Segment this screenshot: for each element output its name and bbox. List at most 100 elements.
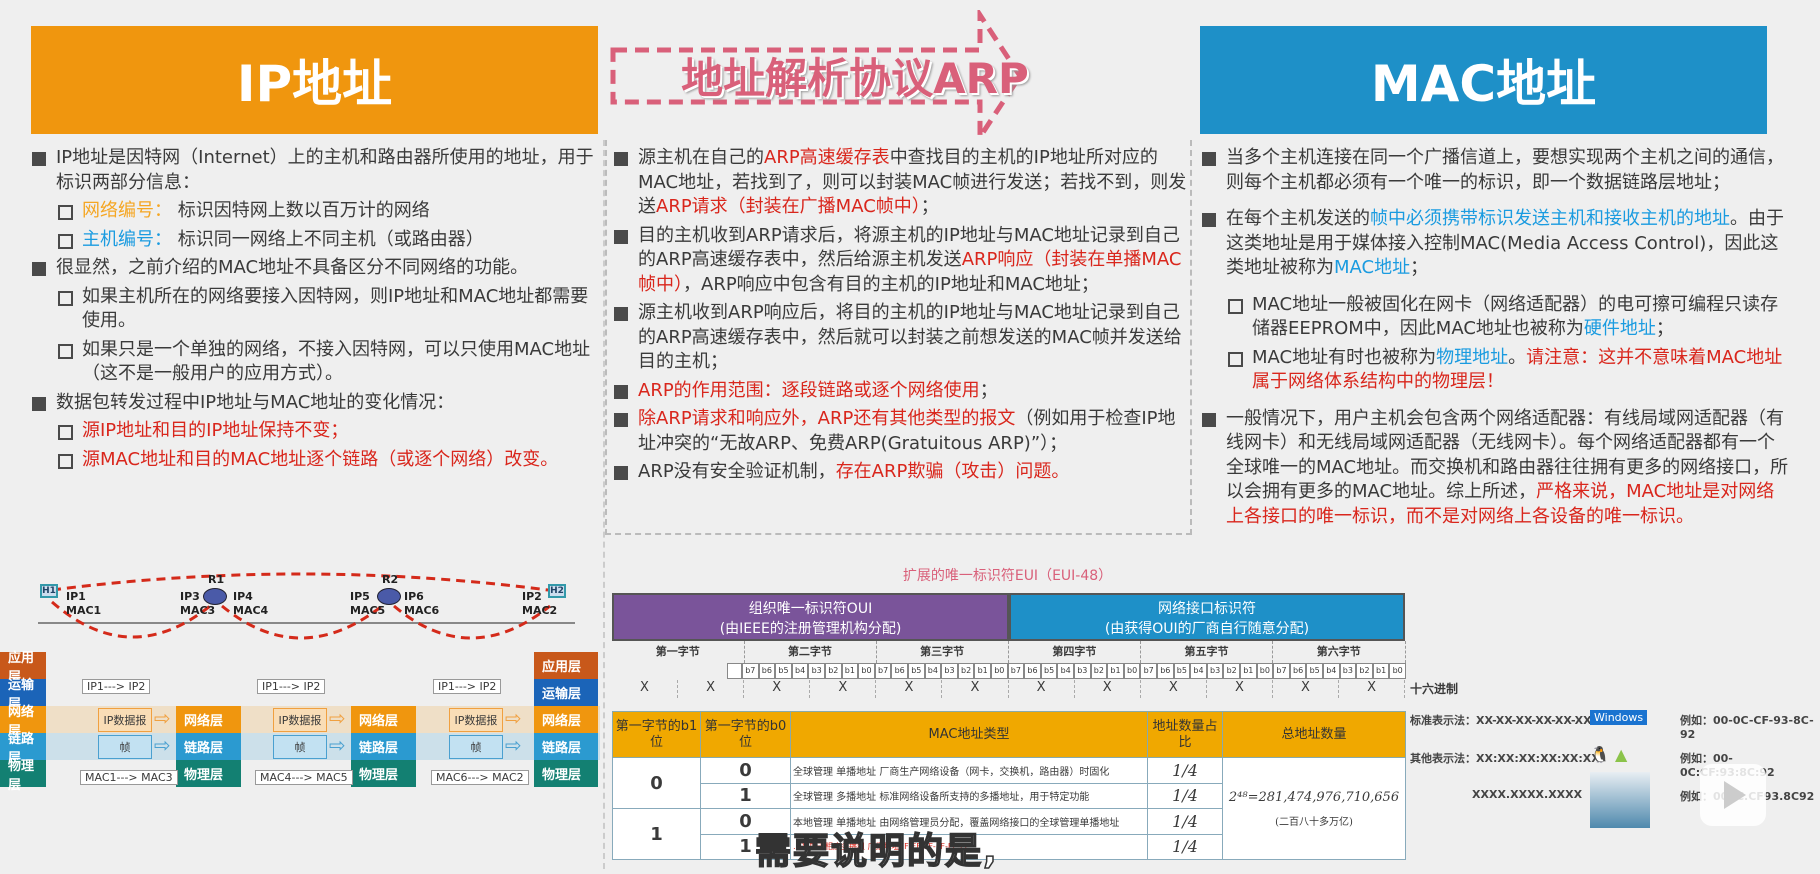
bit-cell: b6 <box>1289 663 1307 679</box>
bullet-item: 网络编号： 标识因特网上数以百万计的网络 <box>56 199 605 224</box>
ip-header-title: IP地址 <box>236 55 393 113</box>
layer-1: 运输层 <box>534 679 598 706</box>
hex-digit: X <box>810 680 877 698</box>
text-segment: 帧中必须携带标识发送主机和接收主机的地址 <box>1370 208 1730 229</box>
hex-label: 十六进制 <box>1410 682 1459 696</box>
bit-cell: b7 <box>1007 663 1025 679</box>
table-row: 0 0 全球管理 单播地址 厂商生产网络设备（网卡，交换机，路由器）时固化 1/… <box>612 757 1406 860</box>
square-bullet-icon <box>614 229 628 244</box>
checkbox-bullet-icon <box>1228 298 1243 314</box>
bullet-item: 主机编号： 标识同一网络上不同主机（或路由器） <box>56 228 605 253</box>
bit-cell: b2 <box>825 663 842 679</box>
ratio-cell: 1/4 <box>1147 808 1223 835</box>
cisco-thumbnail <box>1590 772 1650 828</box>
layer-3: 链路层 <box>351 733 416 760</box>
bit-cell: b5 <box>1040 663 1058 679</box>
linux-icon: 🐧 <box>1590 745 1610 764</box>
bit-cell: b0 <box>1256 663 1274 679</box>
router-label: R2 <box>382 573 399 586</box>
total-note: (二百八十多万亿) <box>1275 816 1353 828</box>
total-cell: 2⁴⁸=281,474,976,710,656 (二百八十多万亿) <box>1222 757 1406 860</box>
square-bullet-icon <box>614 307 628 321</box>
hex-digit: X <box>1273 680 1339 698</box>
protocol-stack: 网络层 链路层 物理层 <box>351 652 416 787</box>
col-header: 第一字节的b0位 <box>700 711 791 758</box>
mac-label: MAC6 <box>404 604 440 617</box>
addr-label: IP1 MAC1 <box>66 590 101 618</box>
mac-header-title: MAC地址 <box>1370 55 1597 113</box>
arp-notes: 源主机在自己的ARP高速缓存表中查找目的主机的IP地址所对应的MAC地址，若找到… <box>612 146 1190 489</box>
router-label: R1 <box>208 573 225 586</box>
bullet-item: ARP的作用范围：逐段链路或逐个网络使用； <box>612 379 1190 404</box>
other-notation: 其他表示法：XX:XX:XX:XX:XX:XX <box>1410 752 1600 765</box>
mac-flow-label: MAC4---> MAC5 <box>255 770 353 785</box>
bullet-item: 数据包转发过程中IP地址与MAC地址的变化情况： <box>30 391 605 416</box>
checkbox-bullet-icon <box>58 343 73 359</box>
mac-label: MAC5 <box>350 604 386 617</box>
text-segment: ARP没有安全验证机制， <box>638 461 836 482</box>
addr-label: IP5 MAC5 <box>350 590 385 618</box>
type-cell: 全球管理 单播地址 厂商生产网络设备（网卡，交换机，路由器）时固化 <box>790 757 1148 784</box>
text-segment: 。 <box>1508 346 1527 368</box>
square-bullet-icon <box>614 384 628 399</box>
bullet-item: 一般情况下，用户主机会包含两个网络适配器：有线局域网适配器（有线网卡）和无线局域… <box>1200 407 1790 530</box>
bit-cell: b1 <box>1107 663 1124 679</box>
oui-header: 组织唯一标识符OUI (由IEEE的注册管理机构分配) <box>612 593 1009 641</box>
bit-cell: b7 <box>874 663 892 679</box>
b0-cell: 0 <box>700 757 791 784</box>
ip-label: IP5 <box>350 590 370 603</box>
hex-digit: X <box>876 680 943 698</box>
ratio-cell: 1/4 <box>1147 757 1223 784</box>
bit-cell: b0 <box>991 663 1008 679</box>
bit-cell: b0 <box>858 663 875 679</box>
text-segment: 标识因特网上数以百万计的网络 <box>172 200 430 221</box>
col-header: MAC地址类型 <box>790 711 1148 758</box>
mac-address-header: MAC地址 <box>1200 26 1767 134</box>
checkbox-bullet-icon <box>58 233 73 249</box>
nic-note: (由获得OUI的厂商自行随意分配) <box>1104 621 1310 637</box>
bit-cell: b3 <box>1206 663 1224 679</box>
text-segment: MAC地址 <box>1334 257 1411 278</box>
hex-digit: X <box>678 680 745 698</box>
bullet-item: MAC地址有时也被称为物理地址。请注意：这并不意味着MAC地址属于网络体系结构中… <box>1226 346 1790 395</box>
mac-type-table: 第一字节的b1位 第一字节的b0位 MAC地址类型 地址数量占比 总地址数量 0… <box>612 711 1406 860</box>
eui-title: 扩展的唯一标识符EUI（EUI-48） <box>902 568 1113 584</box>
layer-2: 网络层 <box>176 706 241 733</box>
bit-cell: b6 <box>1024 663 1041 679</box>
bit-cell: b6 <box>758 663 776 679</box>
frame-box: 帧 <box>449 735 503 759</box>
play-button[interactable] <box>1700 764 1766 826</box>
mac-flow-label: MAC6---> MAC2 <box>431 770 529 785</box>
layer-4: 物理层 <box>534 760 598 787</box>
col-header: 总地址数量 <box>1222 711 1406 758</box>
mac-flow-label: MAC1---> MAC3 <box>80 770 178 785</box>
bit-cell: b5 <box>1306 663 1323 679</box>
text-segment: 源MAC地址和目的MAC地址逐个链路（或逐个网络）改变。 <box>82 448 559 470</box>
text-segment: 硬件地址 <box>1583 318 1656 339</box>
bit-cell: b1 <box>841 663 859 679</box>
bit-cell: b5 <box>1173 663 1191 679</box>
oui-note: (由IEEE的注册管理机构分配) <box>719 621 902 637</box>
bullet-item: 除ARP请求和响应外，ARP还有其他类型的报文（例如用于检查IP地址冲突的“无故… <box>612 407 1190 456</box>
text-segment: ； <box>1655 318 1674 339</box>
bit-cell: b2 <box>1356 663 1373 679</box>
layer-4: 物理层 <box>176 760 241 787</box>
text-segment: 网络编号： <box>82 200 172 221</box>
square-bullet-icon <box>32 262 46 276</box>
mac-label: MAC4 <box>233 604 269 617</box>
arp-header-title: 地址解析协议ARP <box>681 54 1029 103</box>
windows-logo: Windows <box>1590 710 1648 725</box>
checkbox-bullet-icon <box>58 425 73 440</box>
addr-label: IP4 MAC4 <box>233 590 268 618</box>
arrow-right-icon: ⇨ <box>154 706 171 730</box>
square-bullet-icon <box>1202 213 1216 227</box>
arrow-right-icon: ⇨ <box>505 733 522 757</box>
layer-3: 链路层 <box>176 733 241 760</box>
square-bullet-icon <box>614 466 628 480</box>
ip-flow-label: IP1---> IP2 <box>433 679 502 694</box>
text-segment: ； <box>920 196 939 217</box>
bit-cell: b6 <box>1157 663 1174 679</box>
mac-label: MAC3 <box>180 604 216 617</box>
linux-apple-android-icons: 🐧 ▲ <box>1590 745 1627 764</box>
addr-label: IP3 MAC3 <box>180 590 215 618</box>
